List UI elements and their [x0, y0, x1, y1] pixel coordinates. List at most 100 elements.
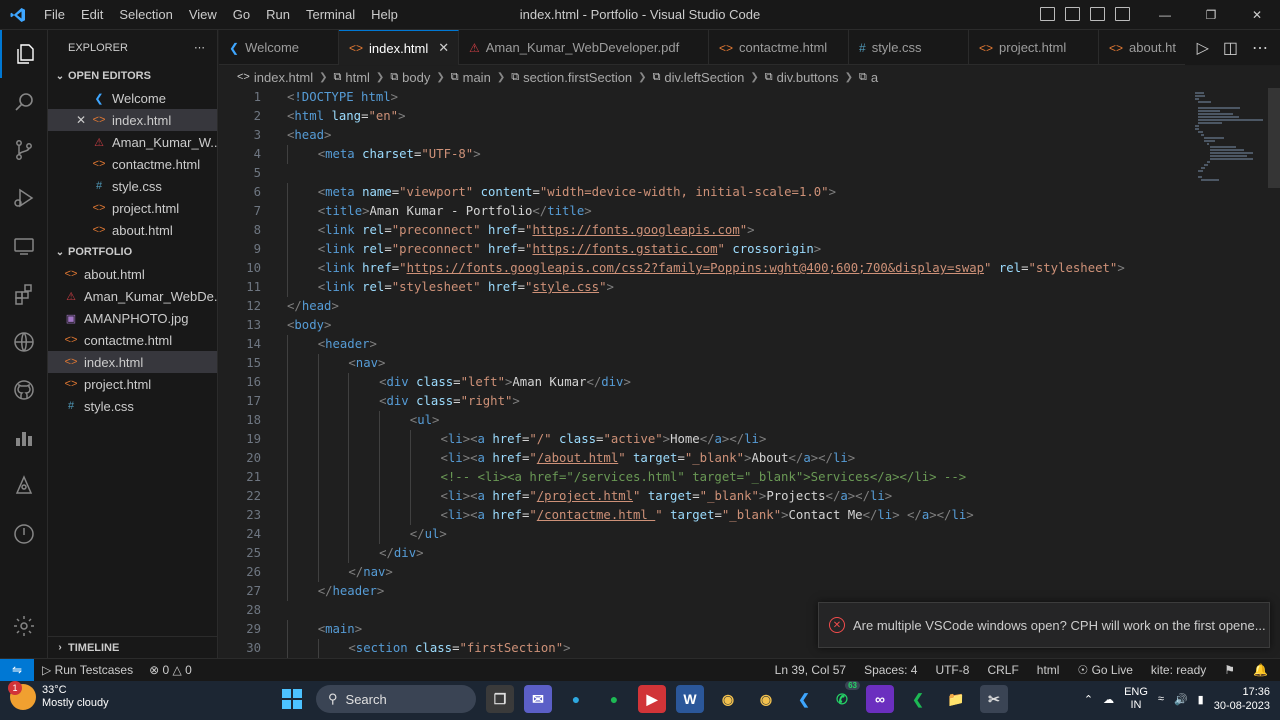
file-item[interactable]: <> contactme.html [48, 329, 217, 351]
file-item[interactable]: # style.css [48, 395, 217, 417]
cursor-position[interactable]: Ln 39, Col 57 [775, 663, 846, 677]
minimap[interactable] [1189, 88, 1280, 658]
toggle-panel-icon[interactable] [1065, 7, 1080, 21]
whatsapp-icon[interactable]: ✆ 63 [828, 681, 860, 713]
tab-welcome[interactable]: ❮ Welcome [219, 30, 339, 65]
input-language[interactable]: ENG IN [1124, 686, 1148, 712]
toggle-secondary-sidebar-icon[interactable] [1090, 7, 1105, 21]
github-icon[interactable] [0, 366, 48, 414]
timer-icon[interactable] [0, 510, 48, 558]
code-editor[interactable]: 1 <!DOCTYPE html> 2 <html lang="en"> 3 <head>… [219, 88, 1189, 658]
volume-icon[interactable]: 🔊 [1174, 693, 1188, 706]
notification-toast[interactable]: ✕ Are multiple VSCode windows open? CPH … [818, 602, 1270, 648]
run-testcases-button[interactable]: ▷ Run Testcases [42, 663, 133, 677]
close-window-icon[interactable]: ✕ [1234, 0, 1280, 30]
code-line[interactable]: 19 <li><a href="/" class="active">Home</a… [219, 430, 1189, 449]
open-editor-item-active[interactable]: ✕ <> index.html [48, 109, 217, 131]
onedrive-cloud-icon[interactable]: ☁ [1103, 693, 1114, 706]
menu-run[interactable]: Run [258, 0, 298, 30]
code-line[interactable]: 5 [219, 164, 1189, 183]
code-line[interactable]: 7 <title>Aman Kumar - Portfolio</title> [219, 202, 1189, 221]
weather-widget[interactable]: 1 33°C Mostly cloudy [8, 681, 109, 710]
code-line[interactable]: 2 <html lang="en"> [219, 107, 1189, 126]
remote-explorer-icon[interactable] [0, 222, 48, 270]
deploy-icon[interactable] [0, 462, 48, 510]
code-line[interactable]: 3 <head> [219, 126, 1189, 145]
breadcrumb-item[interactable]: ⧉ html [334, 70, 370, 85]
battery-icon[interactable]: ▮ [1198, 693, 1204, 706]
clock[interactable]: 17:36 30-08-2023 [1214, 685, 1270, 713]
tab-pdf[interactable]: ⚠ Aman_Kumar_WebDeveloper.pdf [459, 30, 709, 65]
file-item[interactable]: <> project.html [48, 373, 217, 395]
code-line[interactable]: 6 <meta name="viewport" content="width=de… [219, 183, 1189, 202]
tab-style-css[interactable]: # style.css [849, 30, 969, 65]
code-line[interactable]: 8 <link rel="preconnect" href="https://fo… [219, 221, 1189, 240]
editor-scrollbar[interactable] [1268, 88, 1280, 188]
code-line[interactable]: 22 <li><a href="/project.html" target="_b… [219, 487, 1189, 506]
code-line[interactable]: 17 <div class="right"> [219, 392, 1189, 411]
breadcrumb-item[interactable]: ⧉ section.firstSection [511, 70, 632, 85]
tab-contactme[interactable]: <> contactme.html [709, 30, 849, 65]
code-line[interactable]: 21 <!-- <li><a href="/services.html" targ… [219, 468, 1189, 487]
menu-view[interactable]: View [181, 0, 225, 30]
problems-indicator[interactable]: ⊗ 0 △ 0 [149, 663, 192, 677]
toggle-sidebar-icon[interactable] [1040, 7, 1055, 21]
code-line[interactable]: 24 </ul> [219, 525, 1189, 544]
breadcrumb-item[interactable]: ⧉ div.leftSection [653, 70, 745, 85]
code-line[interactable]: 16 <div class="left">Aman Kumar</div> [219, 373, 1189, 392]
edge-browser-icon[interactable]: ● [562, 685, 590, 713]
open-editor-item[interactable]: ❮ Welcome [48, 87, 217, 109]
encoding[interactable]: UTF-8 [935, 663, 969, 677]
code-line[interactable]: 11 <link rel="stylesheet" href="style.css… [219, 278, 1189, 297]
code-line[interactable]: 13 <body> [219, 316, 1189, 335]
menu-edit[interactable]: Edit [73, 0, 111, 30]
restore-icon[interactable]: ❐ [1188, 0, 1234, 30]
taskbar-search[interactable]: ⚲ Search [316, 685, 476, 713]
split-editor-icon[interactable]: ◫ [1223, 38, 1238, 58]
portfolio-folder-section[interactable]: ⌄ PORTFOLIO [48, 241, 217, 263]
task-view-icon[interactable]: ❐ [486, 685, 514, 713]
tab-project[interactable]: <> project.html [969, 30, 1099, 65]
indentation[interactable]: Spaces: 4 [864, 663, 917, 677]
code-line[interactable]: 10 <link href="https://fonts.googleapis.c… [219, 259, 1189, 278]
spotify-icon[interactable]: ● [600, 685, 628, 713]
snipping-tool-icon[interactable]: ✂ [980, 685, 1008, 713]
close-editor-icon[interactable]: ✕ [72, 113, 90, 127]
breadcrumb-item[interactable]: <> index.html [237, 70, 313, 85]
breadcrumb-item[interactable]: ⧉ body [390, 70, 430, 85]
minimize-icon[interactable]: — [1142, 0, 1188, 30]
chart-icon[interactable] [0, 414, 48, 462]
file-item-selected[interactable]: <> index.html [48, 351, 217, 373]
word-icon[interactable]: W [676, 685, 704, 713]
teams-chat-icon[interactable]: ✉ [524, 685, 552, 713]
code-line[interactable]: 18 <ul> [219, 411, 1189, 430]
vscode-taskbar-icon[interactable]: ❮ [790, 685, 818, 713]
notifications-bell-icon[interactable]: 🔔 [1253, 663, 1268, 677]
chrome-icon[interactable]: ◉ [714, 685, 742, 713]
more-actions-icon[interactable]: ⋯ [194, 41, 205, 54]
open-editor-item[interactable]: <> contactme.html [48, 153, 217, 175]
wifi-icon[interactable]: ≈ [1158, 693, 1164, 705]
chrome-profile-icon[interactable]: ◉ [752, 685, 780, 713]
file-explorer-icon[interactable]: 📁 [942, 685, 970, 713]
feedback-icon[interactable]: ⚑ [1224, 663, 1235, 677]
code-line[interactable]: 26 </nav> [219, 563, 1189, 582]
code-line[interactable]: 27 </header> [219, 582, 1189, 601]
open-editor-item[interactable]: <> about.html [48, 219, 217, 241]
more-actions-icon[interactable]: ⋯ [1252, 38, 1268, 58]
go-live-button[interactable]: ☉ Go Live [1077, 663, 1132, 677]
menu-help[interactable]: Help [363, 0, 406, 30]
search-icon[interactable] [0, 78, 48, 126]
vscode-insiders-icon[interactable]: ❮ [904, 685, 932, 713]
tab-index-html[interactable]: <> index.html ✕ [339, 30, 459, 65]
breadcrumb-item[interactable]: ⧉ div.buttons [765, 70, 839, 85]
file-item[interactable]: ▣ AMANPHOTO.jpg [48, 307, 217, 329]
code-line[interactable]: 23 <li><a href="/contactme.html " target=… [219, 506, 1189, 525]
code-line[interactable]: 1 <!DOCTYPE html> [219, 88, 1189, 107]
source-control-icon[interactable] [0, 126, 48, 174]
run-debug-icon[interactable] [0, 174, 48, 222]
video-player-icon[interactable]: ▶ [638, 685, 666, 713]
chevron-up-icon[interactable]: ⌃ [1084, 693, 1093, 706]
settings-gear-icon[interactable] [0, 602, 48, 650]
open-editor-item[interactable]: ⚠ Aman_Kumar_W... [48, 131, 217, 153]
